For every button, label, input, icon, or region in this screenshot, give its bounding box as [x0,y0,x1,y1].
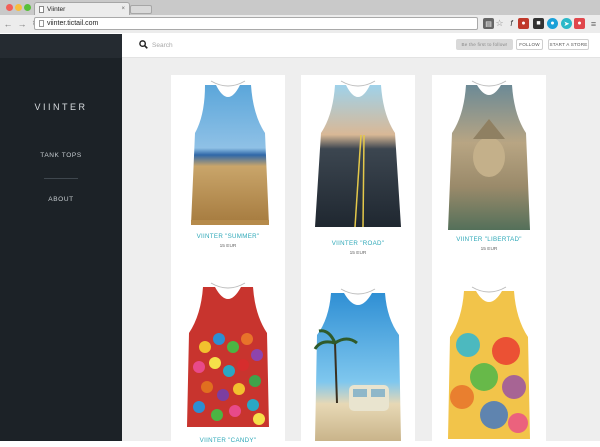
product-caption: VIINTER "SUMMER" 15 EUR [171,233,285,249]
product-price: 15 EUR [219,244,237,249]
sidebar-top-band [0,34,122,58]
store-brand[interactable]: VIINTER [0,102,122,112]
product-price: 15 EUR [349,251,367,256]
nav-divider [44,178,78,179]
product-card[interactable]: VIINTER "LIBERTAD" 15 EUR [432,75,546,297]
forward-icon[interactable]: → [16,19,28,29]
sidebar: VIINTER TANK TOPS ABOUT [0,34,122,441]
be-first-to-follow-badge: Be the first to follow! [456,39,513,50]
back-icon[interactable]: ← [2,19,14,29]
search-icon [139,40,148,49]
page-icon [39,20,44,27]
bookmark-star-icon[interactable]: ☆ [494,18,505,29]
product-name[interactable]: VIINTER "ROAD" [301,240,415,247]
new-tab-button[interactable] [130,5,152,14]
product-image-candy[interactable] [171,277,285,437]
extension-record-icon[interactable]: ● [518,18,529,29]
tab-strip: Viinter × [0,0,600,15]
tab-title: Viinter [47,5,66,13]
close-window-button[interactable] [6,4,13,11]
product-card[interactable]: VIINTER "SUMMER" 15 EUR [171,75,285,295]
extension-red-icon[interactable]: ● [574,18,585,29]
product-image-road[interactable] [301,75,415,267]
tab-close-icon[interactable]: × [121,6,125,12]
start-store-button[interactable]: START A STORE [548,39,589,50]
product-card[interactable]: VIINTER "CANDY" [171,277,285,447]
product-image-colors[interactable] [432,281,546,441]
page-icon [39,5,44,13]
product-card[interactable] [301,283,415,443]
product-caption: VIINTER "ROAD" 15 EUR [301,240,415,256]
follow-button[interactable]: FOLLOW [516,39,543,50]
page-action-icon[interactable]: ▤ [483,18,494,29]
browser-tab[interactable]: Viinter × [34,2,130,15]
main-content: Be the first to follow! FOLLOW START A S… [122,34,600,447]
product-name[interactable]: VIINTER "SUMMER" [171,233,285,240]
nav-item-tank-tops[interactable]: TANK TOPS [0,152,122,159]
product-price: 15 EUR [480,247,498,252]
product-name[interactable]: VIINTER "LIBERTAD" [432,236,546,243]
minimize-window-button[interactable] [15,4,22,11]
extension-teal-icon[interactable]: ➤ [561,18,572,29]
search-input[interactable] [152,39,292,52]
browser-chrome: Viinter × ← → ↻ viinter.tictail.com ▤ ☆ … [0,0,600,33]
nav-item-about[interactable]: ABOUT [0,196,122,203]
url-text: viinter.tictail.com [47,20,99,27]
address-bar[interactable]: viinter.tictail.com [34,17,478,30]
store-topbar: Be the first to follow! FOLLOW START A S… [122,34,600,58]
product-caption: VIINTER "LIBERTAD" 15 EUR [432,236,546,252]
font-extension-icon[interactable]: f [506,18,517,29]
extension-dark-icon[interactable]: ■ [533,18,544,29]
product-image-beach[interactable] [301,283,415,443]
zoom-window-button[interactable] [24,4,31,11]
product-card[interactable]: VIINTER "ROAD" 15 EUR [301,75,415,307]
menu-icon[interactable]: ≡ [588,18,599,29]
browser-toolbar: ← → ↻ viinter.tictail.com ▤ ☆ f ● ■ ● ➤ … [0,15,600,33]
product-card[interactable] [432,281,546,441]
extension-blue-icon[interactable]: ● [547,18,558,29]
